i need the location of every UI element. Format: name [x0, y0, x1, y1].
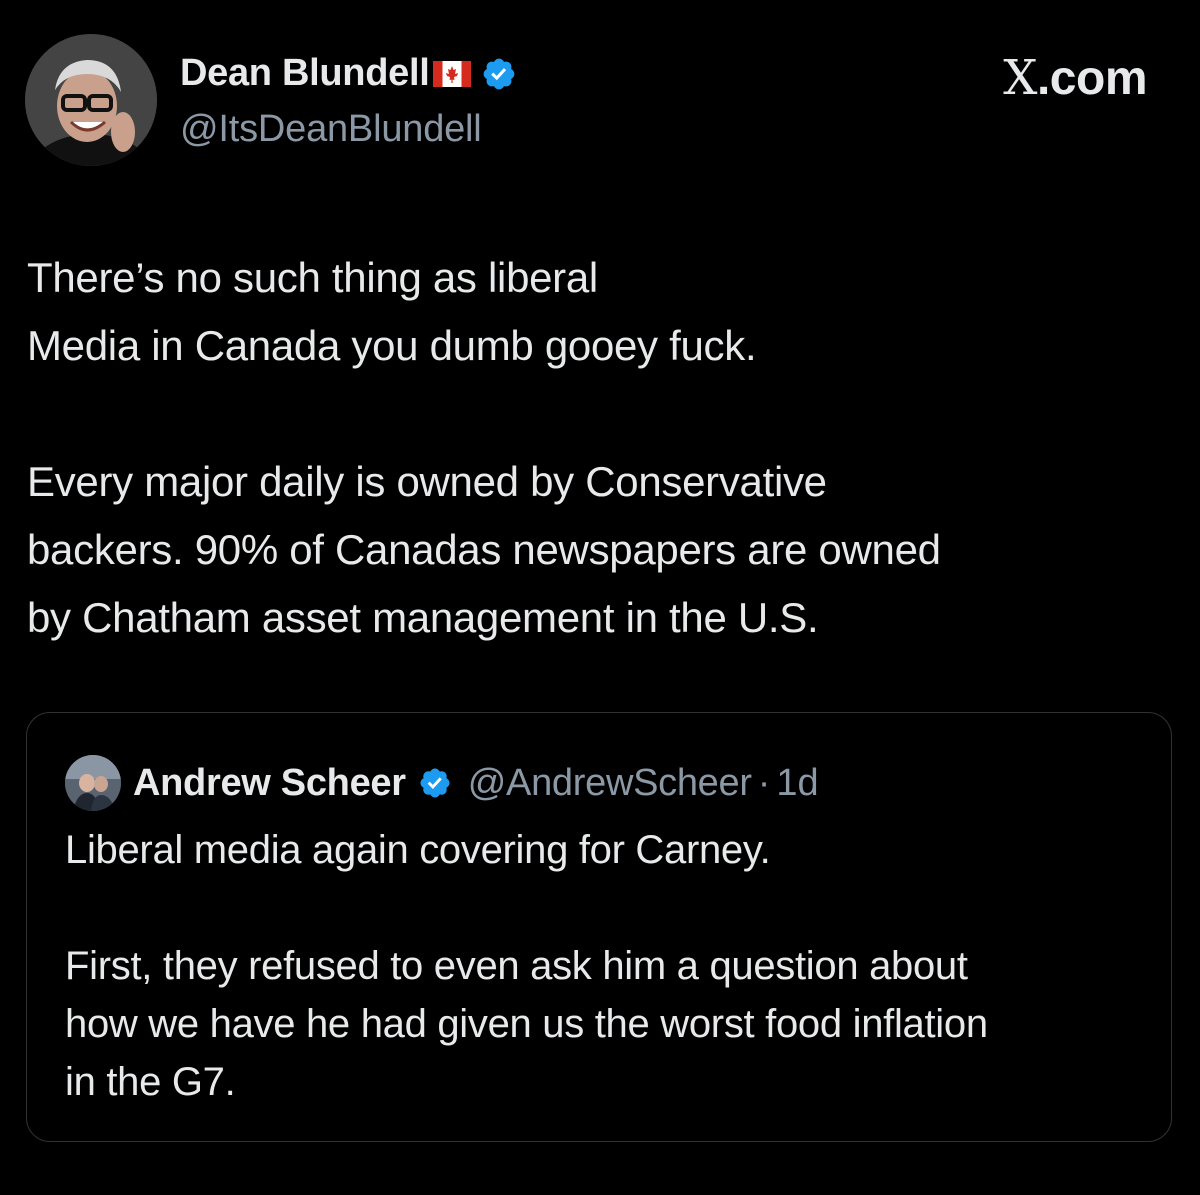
x-com-watermark: X.com	[1003, 50, 1147, 106]
quoted-author-handle[interactable]: @AndrewScheer	[468, 762, 752, 805]
author-avatar-image	[25, 34, 157, 166]
author-avatar[interactable]	[25, 34, 157, 166]
canada-flag-icon	[433, 60, 472, 87]
verified-badge-icon	[481, 56, 517, 92]
post-text: There’s no such thing as liberal Media i…	[27, 254, 941, 641]
quoted-author-avatar[interactable]	[65, 755, 121, 811]
brand-domain: .com	[1036, 52, 1148, 105]
quoted-post-timestamp[interactable]: 1d	[776, 762, 818, 805]
quoted-verified-badge-icon	[420, 768, 450, 798]
quoted-post-card[interactable]: Andrew Scheer @AndrewScheer · 1d Liberal…	[26, 712, 1172, 1142]
timestamp-separator: ·	[757, 761, 771, 804]
author-name[interactable]: Dean Blundell	[180, 52, 430, 95]
quoted-post-header: Andrew Scheer @AndrewScheer · 1d	[65, 755, 819, 811]
author-handle[interactable]: @ItsDeanBlundell	[180, 108, 482, 151]
quoted-author-avatar-image	[65, 755, 121, 811]
x-logo-letter: X	[1003, 50, 1037, 106]
quoted-author-name[interactable]: Andrew Scheer	[133, 762, 406, 805]
author-name-row[interactable]: Dean Blundell	[180, 52, 517, 95]
quoted-post-text: Liberal media again covering for Carney.…	[65, 828, 988, 1104]
